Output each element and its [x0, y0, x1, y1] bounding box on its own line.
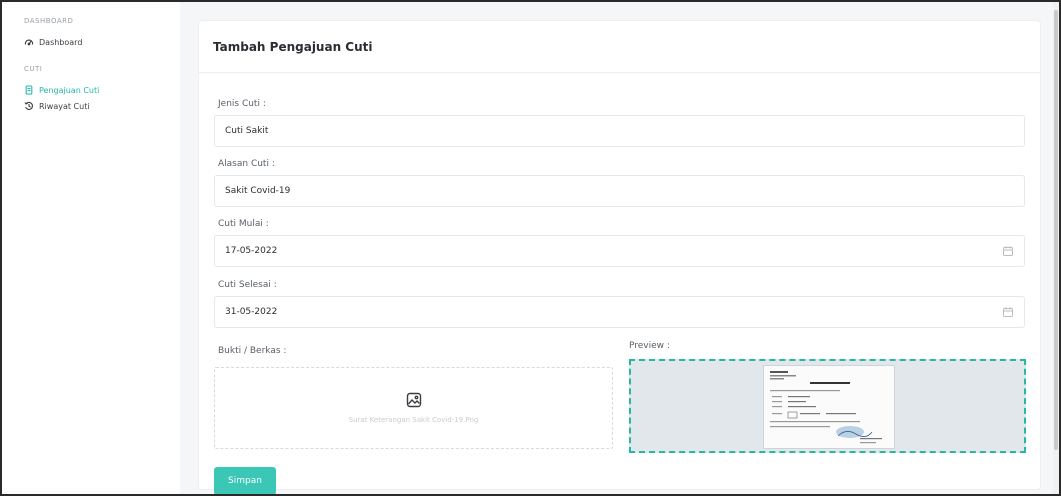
- sidebar-item-label: Pengajuan Cuti: [39, 85, 100, 95]
- jenis-cuti-value: Cuti Sakit: [225, 126, 269, 136]
- scrollbar-thumb[interactable]: [1054, 10, 1058, 450]
- dashboard-icon: [24, 37, 34, 47]
- sidebar-heading-cuti: CUTI: [24, 65, 43, 73]
- document-preview-image: [763, 365, 895, 449]
- cuti-selesai-value: 31-05-2022: [225, 307, 278, 317]
- file-upload-dropzone[interactable]: Surat Keterangan Sakit Covid-19.Png: [214, 367, 613, 449]
- jenis-cuti-field[interactable]: Cuti Sakit: [214, 115, 1025, 147]
- app-frame: DASHBOARD Dashboard CUTI Pengajuan Cuti …: [0, 0, 1061, 496]
- cuti-mulai-field[interactable]: 17-05-2022: [214, 235, 1025, 267]
- alasan-cuti-field[interactable]: Sakit Covid-19: [214, 175, 1025, 207]
- calendar-icon[interactable]: [1002, 306, 1014, 318]
- image-icon: [406, 392, 422, 408]
- cuti-selesai-label: Cuti Selesai :: [218, 280, 277, 290]
- jenis-cuti-label: Jenis Cuti :: [218, 99, 266, 109]
- document-icon: [24, 85, 34, 95]
- sidebar-item-label: Dashboard: [39, 37, 83, 47]
- sidebar-item-riwayat-cuti[interactable]: Riwayat Cuti: [2, 98, 180, 114]
- save-button[interactable]: Simpan: [214, 467, 276, 494]
- form-card: Tambah Pengajuan Cuti Jenis Cuti : Cuti …: [198, 20, 1041, 494]
- cuti-mulai-label: Cuti Mulai :: [218, 219, 269, 229]
- uploaded-file-name: Surat Keterangan Sakit Covid-19.Png: [348, 416, 479, 424]
- card-header: Tambah Pengajuan Cuti: [199, 21, 1040, 73]
- cuti-selesai-field[interactable]: 31-05-2022: [214, 296, 1025, 328]
- sidebar-item-pengajuan-cuti[interactable]: Pengajuan Cuti: [2, 82, 180, 98]
- sidebar-item-dashboard[interactable]: Dashboard: [2, 34, 180, 50]
- alasan-cuti-value: Sakit Covid-19: [225, 186, 291, 196]
- bukti-berkas-label: Bukti / Berkas :: [218, 346, 287, 356]
- page-title: Tambah Pengajuan Cuti: [213, 39, 373, 54]
- cuti-mulai-value: 17-05-2022: [225, 246, 278, 256]
- history-icon: [24, 101, 34, 111]
- preview-label: Preview :: [629, 341, 670, 351]
- image-preview: [629, 359, 1026, 453]
- alasan-cuti-label: Alasan Cuti :: [218, 159, 275, 169]
- page-scrollbar[interactable]: [1053, 2, 1059, 494]
- calendar-icon[interactable]: [1002, 245, 1014, 257]
- sidebar: DASHBOARD Dashboard CUTI Pengajuan Cuti …: [2, 2, 180, 494]
- sidebar-heading-dashboard: DASHBOARD: [24, 17, 74, 25]
- sidebar-item-label: Riwayat Cuti: [39, 101, 90, 111]
